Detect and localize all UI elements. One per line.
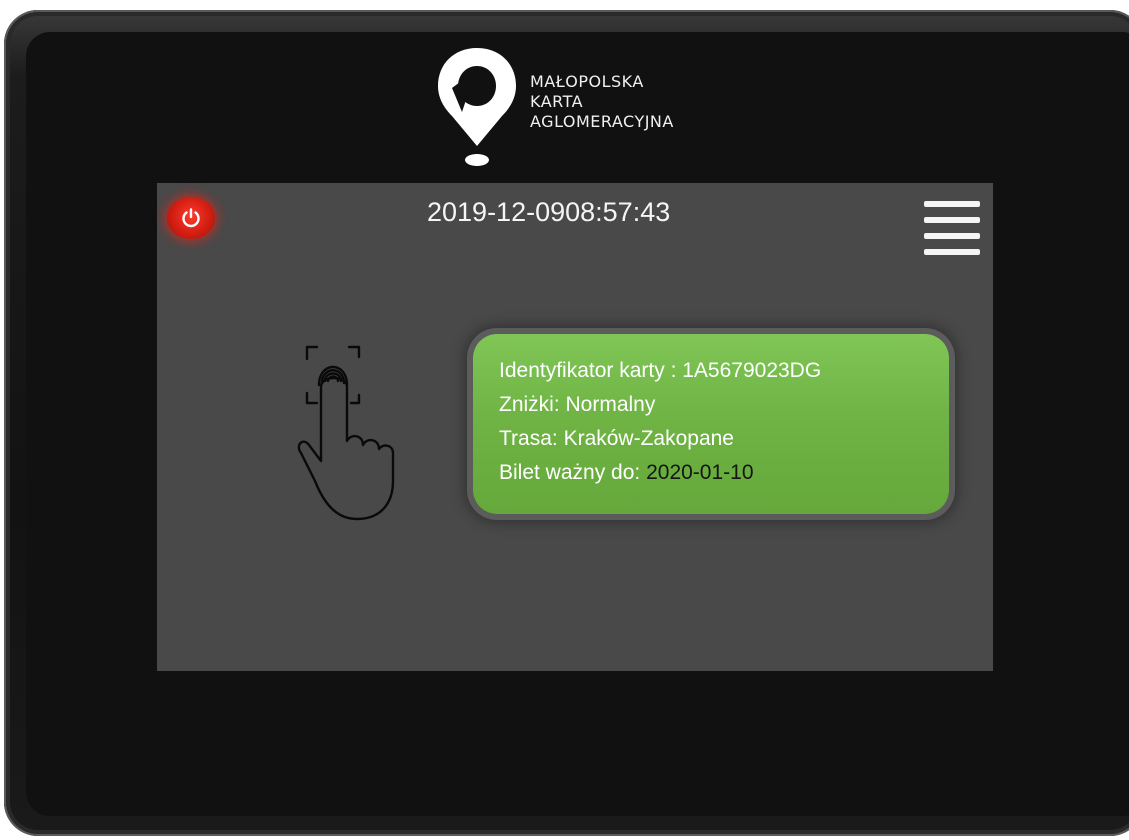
- power-button[interactable]: [167, 197, 215, 239]
- kiosk-screen: 2019-12-0908:57:43 Identyfikator karty :…: [157, 183, 993, 671]
- brand-logo: MAŁOPOLSKA KARTA AGLOMERACYJNA: [432, 42, 732, 172]
- hamburger-menu-icon[interactable]: [921, 197, 983, 255]
- date-time-display: 2019-12-0908:57:43: [427, 197, 727, 228]
- menu-bar: [924, 233, 980, 239]
- brand-name: MAŁOPOLSKA KARTA AGLOMERACYJNA: [530, 72, 674, 132]
- power-icon: [182, 208, 200, 228]
- card-route: Trasa: Kraków-Zakopane: [499, 427, 734, 450]
- menu-bar: [924, 201, 980, 207]
- brand-line-1: MAŁOPOLSKA: [530, 72, 644, 91]
- card-id: Identyfikator karty : 1A5679023DG: [499, 359, 822, 382]
- time-text: 08:57:43: [565, 197, 671, 227]
- brand-line-2: KARTA: [530, 92, 584, 111]
- card-valid-date: 2020-01-10: [646, 461, 754, 484]
- fingerprint-touch-area[interactable]: [297, 341, 407, 531]
- date-text: 2019-12-09: [427, 197, 566, 227]
- brand-line-3: AGLOMERACYJNA: [530, 112, 674, 131]
- card-valid-label: Bilet ważny do:: [499, 461, 641, 484]
- menu-bar: [924, 217, 980, 223]
- card-info-panel: Identyfikator karty : 1A5679023DG Zniżki…: [473, 334, 949, 514]
- menu-bar: [924, 249, 980, 255]
- map-pin-logo-icon: [438, 48, 516, 166]
- card-discount: Zniżki: Normalny: [499, 393, 656, 416]
- card-valid-until: Bilet ważny do: 2020-01-10: [499, 456, 949, 490]
- fingerprint-touch-icon: [297, 345, 395, 521]
